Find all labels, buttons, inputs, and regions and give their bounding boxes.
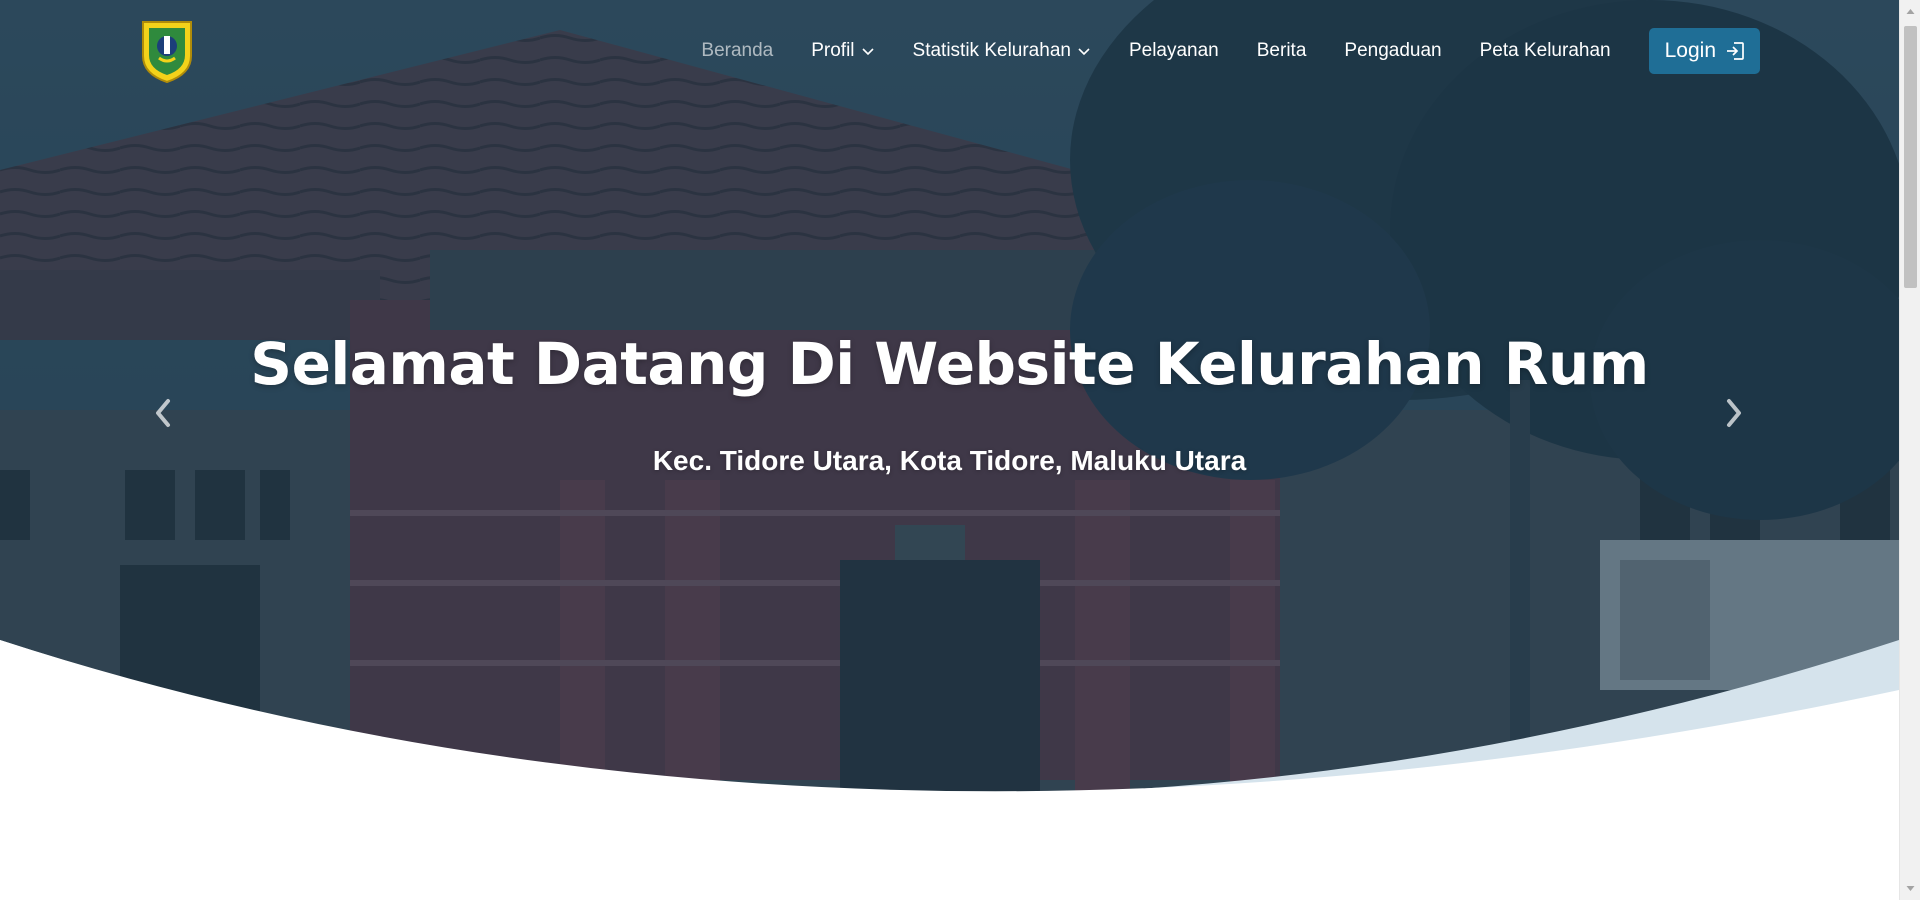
nav-item-label: Statistik Kelurahan (912, 40, 1071, 61)
login-button-label: Login (1664, 39, 1716, 62)
page: Beranda Profil Statistik Kelurahan Pelay… (0, 0, 1920, 900)
nav-item-pengaduan[interactable]: Pengaduan (1344, 40, 1441, 62)
login-button[interactable]: Login (1648, 28, 1760, 74)
navbar: Beranda Profil Statistik Kelurahan Pelay… (0, 0, 1899, 102)
nav-item-label: Berita (1256, 40, 1307, 61)
nav-item-label: Pengaduan (1344, 40, 1442, 61)
hero-section: Beranda Profil Statistik Kelurahan Pelay… (0, 0, 1899, 900)
chevron-down-icon (1078, 48, 1090, 56)
carousel-next-button[interactable] (1709, 388, 1759, 438)
nav-item-statistik-kelurahan[interactable]: Statistik Kelurahan (913, 40, 1091, 62)
nav-item-label: Profil (811, 40, 855, 61)
main-navigation: Beranda Profil Statistik Kelurahan Pelay… (701, 0, 1899, 102)
nav-item-beranda[interactable]: Beranda (701, 40, 773, 62)
nav-item-pelayanan[interactable]: Pelayanan (1129, 40, 1219, 62)
nav-item-peta-kelurahan[interactable]: Peta Kelurahan (1480, 40, 1611, 62)
login-icon (1727, 42, 1744, 60)
chevron-right-icon (1727, 399, 1741, 427)
scroll-down-arrow-icon[interactable] (1906, 884, 1915, 893)
nav-item-label: Beranda (701, 40, 774, 61)
carousel-prev-button[interactable] (138, 388, 188, 438)
nav-item-label: Pelayanan (1128, 40, 1219, 61)
scrollbar-thumb[interactable] (1904, 26, 1917, 288)
nav-item-berita[interactable]: Berita (1257, 40, 1307, 62)
nav-item-label: Peta Kelurahan (1479, 40, 1611, 61)
hero-title: Selamat Datang Di Website Kelurahan Rum (250, 330, 1649, 398)
scroll-up-arrow-icon[interactable] (1906, 7, 1915, 16)
vertical-scrollbar[interactable] (1899, 0, 1920, 900)
nav-item-profil[interactable]: Profil (811, 40, 874, 62)
hero-subtitle: Kec. Tidore Utara, Kota Tidore, Maluku U… (652, 445, 1247, 476)
coat-of-arms-logo[interactable] (139, 18, 195, 84)
chevron-down-icon (861, 48, 874, 56)
chevron-left-icon (156, 399, 170, 427)
